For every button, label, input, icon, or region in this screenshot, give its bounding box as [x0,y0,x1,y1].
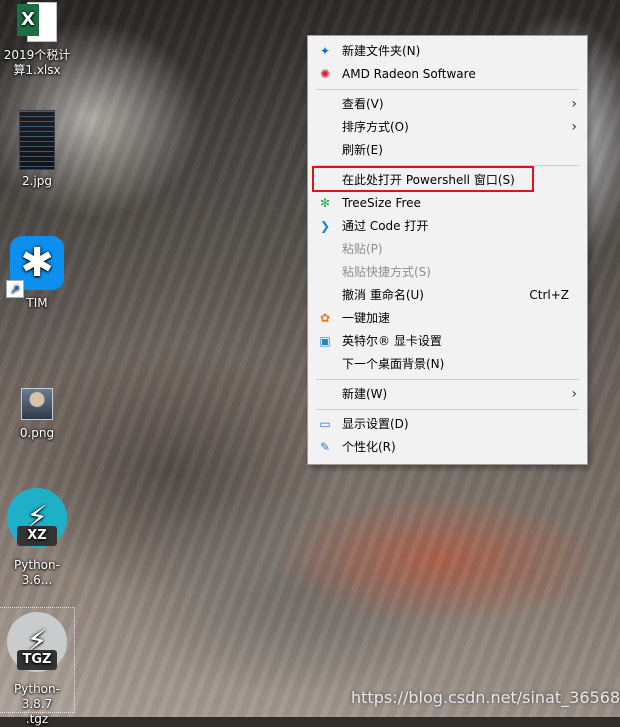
personalize-icon: ✎ [319,440,331,454]
intel-graphics-icon: ▣ [319,334,331,348]
desktop-icon-python-xz[interactable]: ⚡ XZ Python-3.6... [0,488,74,588]
shortcut-hint: Ctrl+Z [529,288,569,302]
desktop-context-menu: ✦ 新建文件夹(N) ✺ AMD Radeon Software 查看(V) ›… [307,35,588,465]
archive-xz-icon: ⚡ XZ [7,488,67,554]
menu-item-intel-graphics[interactable]: ▣ 英特尔® 显卡设置 [309,330,586,352]
menu-item-view[interactable]: 查看(V) › [309,93,586,115]
menu-item-paste-shortcut: 粘贴快捷方式(S) [342,265,431,279]
menu-item-refresh[interactable]: 刷新(E) [309,139,586,161]
amd-radeon-icon: ✺ [319,67,331,81]
shortcut-arrow-icon: ↗ [6,280,24,298]
speedup-icon: ✿ [319,311,331,325]
desktop-icon-jpg[interactable]: 2.jpg [0,110,74,189]
menu-item-amd-radeon[interactable]: ✺ AMD Radeon Software [309,63,586,85]
desktop-icon-tim[interactable]: ✱ ↗ TIM [0,236,74,311]
menu-item-new[interactable]: 新建(W) › [309,383,586,405]
desktop-icon-label: TIM [26,296,48,310]
vscode-icon: ❯ [319,219,331,233]
desktop-icon-label: Python-3.6... [14,558,60,587]
desktop-icon-png[interactable]: 0.png [0,388,74,441]
desktop-icon-python-tgz[interactable]: ⚡ TGZ Python-3.8.7 .tgz [0,607,75,726]
desktop-icon-label: 2.jpg [21,174,53,188]
menu-item-open-with-code[interactable]: ❯ 通过 Code 打开 [309,215,586,237]
menu-item-one-click-speedup[interactable]: ✿ 一键加速 [309,307,586,329]
menu-item-sort-by[interactable]: 排序方式(O) › [309,116,586,138]
treesize-icon: ✻ [319,196,331,210]
excel-file-icon: X [17,0,57,44]
menu-item-next-background[interactable]: 下一个桌面背景(N) [309,353,586,375]
menu-separator [316,89,579,90]
desktop-icon-label: Python-3.8.7 .tgz [14,682,60,726]
desktop-icon-xlsx[interactable]: X 2019个税计 算1.xlsx [0,0,74,78]
archive-tgz-icon: ⚡ TGZ [7,612,67,678]
menu-item-open-powershell[interactable]: 在此处打开 Powershell 窗口(S) [309,169,586,191]
desktop-icon-label: 2019个税计 算1.xlsx [3,48,71,77]
image-thumbnail-icon [21,388,53,420]
desktop-icon-label: 0.png [19,426,55,440]
menu-item-personalize[interactable]: ✎ 个性化(R) [309,436,586,458]
submenu-arrow-icon: › [571,119,577,135]
menu-separator [316,409,579,410]
share-icon: ✦ [319,44,331,58]
menu-separator [316,379,579,380]
image-thumbnail-icon [19,110,55,170]
menu-item-treesize[interactable]: ✻ TreeSize Free [309,192,586,214]
watermark-text: https://blog.csdn.net/sinat_36568888 [351,688,620,707]
menu-item-new-folder[interactable]: ✦ 新建文件夹(N) [309,40,586,62]
menu-item-undo-rename[interactable]: 撤消 重命名(U) Ctrl+Z [309,284,586,306]
submenu-arrow-icon: › [571,96,577,112]
menu-item-display-settings[interactable]: ▭ 显示设置(D) [309,413,586,435]
menu-item-paste: 粘贴(P) [342,242,383,256]
tim-app-icon: ✱ ↗ [6,236,64,298]
submenu-arrow-icon: › [571,386,577,402]
display-icon: ▭ [319,417,331,431]
